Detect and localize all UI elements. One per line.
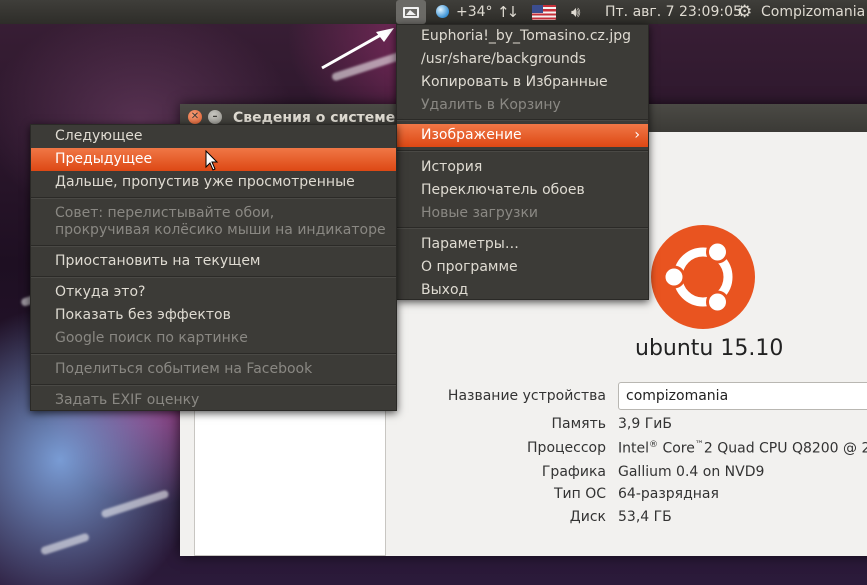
menu-item-image-label: Изображение — [421, 127, 522, 143]
processor-line: Core — [662, 440, 695, 457]
mouse-cursor-icon — [205, 150, 219, 171]
submenu-item-set-exif-rating: Задать EXIF оценку — [55, 392, 200, 408]
disk-value: 53,4 ГБ — [618, 509, 672, 525]
processor-brand: Intel — [618, 440, 649, 457]
menu-separator — [31, 276, 396, 278]
menu-item-image[interactable]: Изображение › — [397, 124, 648, 147]
us-flag-icon[interactable] — [532, 5, 556, 20]
os-type-value: 64-разрядная — [618, 486, 719, 502]
annotation-arrow — [321, 28, 394, 70]
graphics-value: Gallium 0.4 on NVD9 — [618, 464, 765, 480]
menu-separator — [31, 197, 396, 199]
minimize-button[interactable]: – — [208, 110, 222, 124]
submenu-item-show-no-effects[interactable]: Показать без эффектов — [31, 304, 396, 327]
top-panel: +34° ↑↓ 🔊︎ Пт. авг. 7 23:09:05 ⚙ Compizo… — [0, 0, 867, 24]
tip-line-1: Совет: перелистывайте обои, — [55, 205, 275, 221]
menu-item-preferences[interactable]: Параметры… — [397, 233, 648, 256]
menu-item-file-name[interactable]: Euphoria!_by_Tomasino.cz.jpg — [397, 25, 648, 48]
menu-item-about[interactable]: О программе — [397, 256, 648, 279]
wallpaper-indicator-menu: Euphoria!_by_Tomasino.cz.jpg /usr/share/… — [396, 24, 649, 300]
chevron-right-icon: › — [634, 127, 640, 143]
memory-label: Память — [551, 416, 607, 432]
panel-clock[interactable]: Пт. авг. 7 23:09:05 — [605, 0, 742, 24]
menu-separator — [31, 245, 396, 247]
session-user-name[interactable]: Compizomania — [761, 0, 865, 24]
graphics-label: Графика — [541, 464, 606, 480]
disk-label: Диск — [569, 509, 606, 525]
wallpaper-indicator[interactable] — [396, 0, 426, 24]
menu-separator — [31, 353, 396, 355]
processor-value: Intel® Core™2 Quad CPU Q8200 @ 2.3 — [618, 440, 867, 457]
memory-value: 3,9 ГиБ — [618, 416, 672, 432]
picture-icon — [403, 6, 419, 18]
os-name: ubuntu 15.10 — [635, 336, 784, 361]
menu-separator — [31, 384, 396, 386]
submenu-item-next-skip-seen[interactable]: Дальше, пропустив уже просмотренные — [31, 171, 396, 194]
device-name-field[interactable]: compizomania — [618, 382, 867, 410]
menu-item-quit[interactable]: Выход — [397, 279, 648, 302]
menu-item-folder[interactable]: /usr/share/backgrounds — [397, 48, 648, 71]
tip-line-2: прокручивая колёсико мыши на индикаторе — [55, 222, 386, 238]
menu-item-history[interactable]: История — [397, 156, 648, 179]
network-updown-icon[interactable]: ↑↓ — [497, 0, 519, 24]
speaker-icon[interactable]: 🔊︎ — [571, 0, 580, 24]
gear-icon[interactable]: ⚙ — [737, 0, 752, 24]
menu-separator — [397, 150, 648, 152]
sidebar-list[interactable] — [194, 394, 386, 556]
close-button[interactable]: ✕ — [188, 110, 202, 124]
weather-temperature[interactable]: +34° — [456, 0, 493, 24]
submenu-item-where-from[interactable]: Откуда это? — [31, 281, 396, 304]
menu-item-move-trash: Удалить в Корзину — [421, 97, 561, 113]
processor-model: 2 Quad CPU Q8200 @ 2.3 — [703, 440, 867, 457]
submenu-item-facebook-share: Поделиться событием на Facebook — [55, 361, 313, 377]
menu-item-switcher[interactable]: Переключатель обоев — [397, 179, 648, 202]
processor-label: Процессор — [527, 440, 606, 456]
os-type-label: Тип ОС — [553, 486, 606, 502]
menu-item-copy-favorites[interactable]: Копировать в Избранные — [397, 71, 648, 94]
menu-separator — [397, 119, 648, 121]
submenu-item-next[interactable]: Следующее — [31, 125, 396, 148]
ubuntu-logo — [651, 225, 755, 329]
submenu-item-pause[interactable]: Приостановить на текущем — [31, 250, 396, 273]
submenu-item-google-search: Google поиск по картинке — [55, 330, 248, 346]
menu-separator — [397, 227, 648, 229]
weather-icon[interactable] — [436, 5, 449, 18]
menu-item-new-downloads: Новые загрузки — [421, 205, 539, 221]
